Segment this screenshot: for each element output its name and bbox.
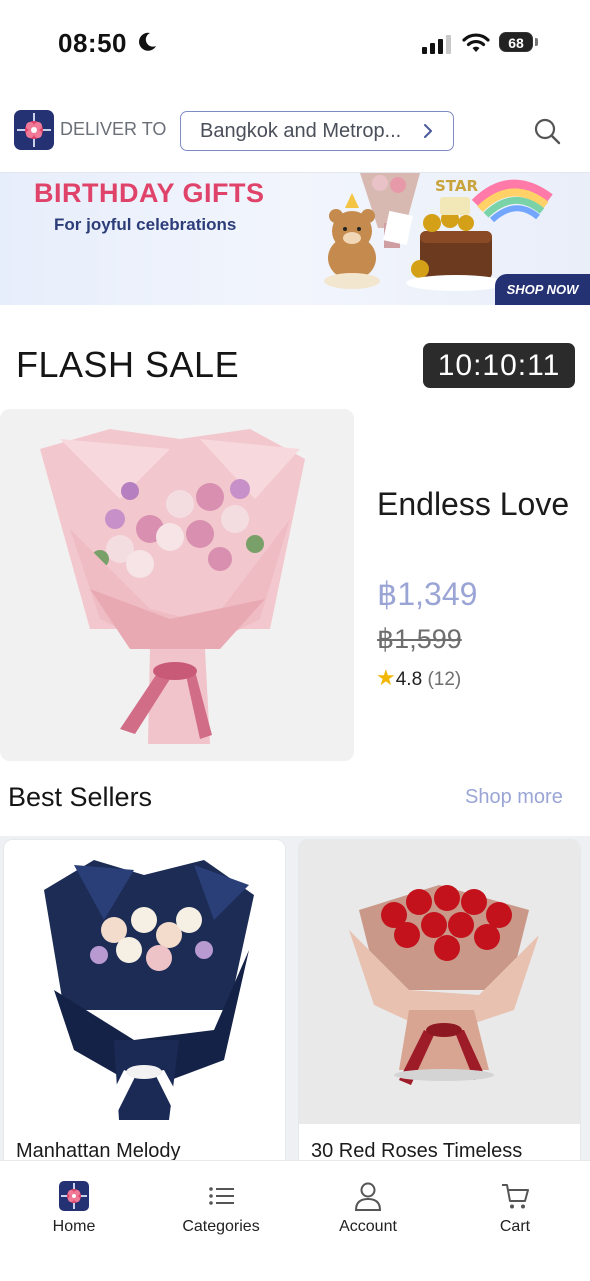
battery-tip bbox=[535, 38, 538, 46]
flash-product-name[interactable]: Endless Love bbox=[377, 481, 577, 527]
status-bar: 08:50 68 bbox=[0, 0, 590, 90]
nav-account-label: Account bbox=[339, 1218, 397, 1235]
flash-sale-title: FLASH SALE bbox=[16, 344, 240, 385]
cart-icon bbox=[502, 1184, 529, 1209]
nav-categories-label: Categories bbox=[182, 1218, 260, 1235]
nav-categories[interactable]: Categories bbox=[147, 1161, 295, 1281]
bouquet-red-roses-image bbox=[299, 840, 580, 1124]
flash-product-price: ฿1,349 bbox=[377, 576, 478, 612]
bouquet-navy-image bbox=[4, 840, 285, 1124]
review-count: (12) bbox=[427, 669, 462, 690]
bouquet-pink-image bbox=[0, 409, 354, 761]
flash-sale-timer: 10:10:11 bbox=[423, 343, 575, 388]
product-card[interactable]: 30 Red Roses Timeless bbox=[298, 839, 581, 1169]
location-text: Bangkok and Metrop... bbox=[200, 120, 402, 142]
location-selector[interactable]: Bangkok and Metrop... bbox=[180, 111, 454, 151]
chevron-right-icon bbox=[424, 124, 432, 138]
promo-banner[interactable]: BIRTHDAY GIFTS For joyful celebrations S… bbox=[0, 172, 590, 305]
product-card[interactable]: Manhattan Melody bbox=[3, 839, 286, 1169]
signal-icon bbox=[422, 35, 451, 54]
best-sellers-title: Best Sellers bbox=[8, 782, 153, 812]
list-icon bbox=[209, 1187, 234, 1205]
nav-account[interactable]: Account bbox=[294, 1161, 442, 1281]
battery-icon: 68 bbox=[499, 32, 539, 54]
moon-icon bbox=[139, 32, 156, 51]
shop-now-button[interactable]: SHOP NOW bbox=[495, 274, 590, 305]
banner-subtitle: For joyful celebrations bbox=[54, 215, 237, 234]
status-time: 08:50 bbox=[58, 28, 127, 58]
home-logo-icon bbox=[59, 1181, 89, 1211]
rating-value: 4.8 bbox=[395, 669, 423, 690]
person-icon bbox=[354, 1182, 382, 1211]
deliver-to-label: DELIVER TO bbox=[60, 119, 167, 139]
star-icon: ★ bbox=[376, 665, 396, 690]
flash-product-old-price: ฿1,599 bbox=[377, 624, 462, 654]
nav-cart[interactable]: Cart bbox=[441, 1161, 589, 1281]
search-icon[interactable] bbox=[533, 117, 561, 145]
shop-more-link[interactable]: Shop more bbox=[465, 786, 563, 809]
flash-sale-product-image[interactable] bbox=[0, 409, 354, 761]
flash-product-rating: ★4.8 (12) bbox=[376, 665, 461, 691]
nav-cart-label: Cart bbox=[499, 1218, 531, 1235]
svg-text:STAR: STAR bbox=[435, 177, 478, 195]
nav-home[interactable]: Home bbox=[0, 1161, 148, 1281]
wifi-icon bbox=[462, 33, 490, 52]
nav-home-label: Home bbox=[52, 1218, 96, 1235]
battery-level: 68 bbox=[499, 32, 533, 52]
banner-title: BIRTHDAY GIFTS bbox=[34, 178, 265, 208]
bottom-navigation: Home Categories Account Cart bbox=[0, 1160, 590, 1281]
brand-logo-icon[interactable] bbox=[14, 110, 54, 150]
